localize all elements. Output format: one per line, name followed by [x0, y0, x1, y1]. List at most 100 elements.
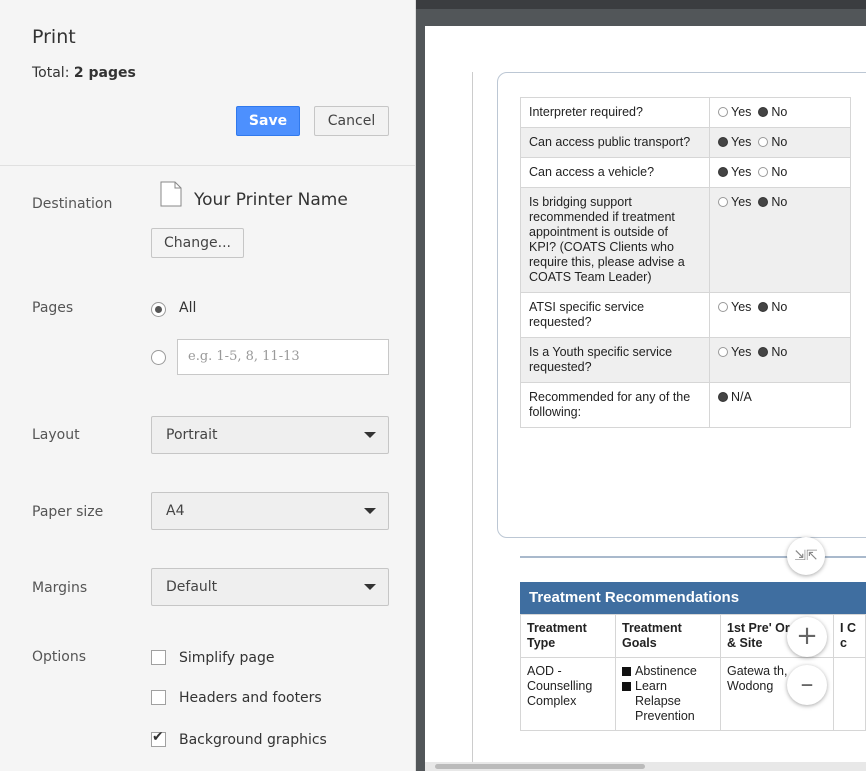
- page-margin-line: [472, 72, 473, 771]
- bullet-square-icon: [622, 682, 631, 691]
- question-text: Interpreter required?: [520, 97, 710, 128]
- pages-range-input[interactable]: e.g. 1-5, 8, 11-13: [177, 339, 389, 375]
- scrollbar-thumb[interactable]: [435, 764, 645, 769]
- question-text: Is bridging support recommended if treat…: [520, 187, 710, 293]
- print-settings-panel: Print Total: 2 pages Save Cancel Destina…: [0, 0, 416, 771]
- answer-cell: Yes No: [709, 187, 851, 293]
- dropdown-arrow-icon: [364, 584, 376, 590]
- table-row: Recommended for any of the following: N/…: [520, 382, 851, 428]
- margins-select[interactable]: Default: [151, 568, 389, 606]
- radio-yes-icon: [718, 347, 728, 357]
- col-header-goals: Treatment Goals: [615, 614, 721, 658]
- question-text: Recommended for any of the following:: [520, 382, 710, 428]
- document-icon: [160, 181, 182, 207]
- answer-cell: Yes No: [709, 292, 851, 338]
- radio-yes-icon: [718, 302, 728, 312]
- radio-na-selected-icon: [718, 392, 728, 402]
- simplify-page-label: Simplify page: [179, 650, 275, 666]
- fit-to-page-button[interactable]: ⇲⇱: [787, 537, 825, 575]
- col-header-type: Treatment Type: [520, 614, 616, 658]
- paper-size-select[interactable]: A4: [151, 492, 389, 530]
- table-row: ATSI specific service requested? Yes No: [520, 292, 851, 338]
- radio-yes-selected-icon: [718, 137, 728, 147]
- cancel-button[interactable]: Cancel: [314, 106, 389, 136]
- margins-label: Margins: [32, 580, 88, 596]
- layout-label: Layout: [32, 427, 80, 443]
- table-row: Can access a vehicle? Yes No: [520, 157, 851, 188]
- col-header-extra: I C c: [833, 614, 866, 658]
- bullet-square-icon: [622, 667, 631, 676]
- radio-no-icon: [758, 137, 769, 147]
- dropdown-arrow-icon: [364, 508, 376, 514]
- shrink-icon: ⇲⇱: [794, 548, 818, 564]
- no-label: No: [771, 165, 788, 179]
- answer-cell: Yes No: [709, 127, 851, 158]
- question-text: ATSI specific service requested?: [520, 292, 710, 338]
- layout-value: Portrait: [166, 427, 218, 443]
- radio-no-selected-icon: [758, 107, 769, 117]
- destination-label: Destination: [32, 196, 113, 212]
- dropdown-arrow-icon: [364, 432, 376, 438]
- layout-select[interactable]: Portrait: [151, 416, 389, 454]
- simplify-page-checkbox[interactable]: [151, 650, 166, 665]
- goal-text: Learn Relapse Prevention: [635, 679, 695, 723]
- pages-all-label: All: [179, 300, 197, 316]
- table-row: Is bridging support recommended if treat…: [520, 187, 851, 293]
- answer-cell: Yes No: [709, 337, 851, 383]
- treatment-header: Treatment Recommendations: [520, 582, 866, 614]
- radio-no-selected-icon: [758, 302, 769, 312]
- question-text: Can access public transport?: [520, 127, 710, 158]
- no-label: No: [771, 300, 788, 314]
- headers-footers-label: Headers and footers: [179, 690, 322, 706]
- yes-label: Yes: [731, 195, 752, 209]
- pages-range-radio[interactable]: [151, 350, 166, 365]
- radio-yes-icon: [718, 107, 728, 117]
- paper-size-value: A4: [166, 503, 185, 519]
- change-destination-button[interactable]: Change...: [151, 228, 244, 258]
- preview-top-strip: [416, 0, 866, 9]
- yes-label: Yes: [731, 105, 752, 119]
- table-row: Is a Youth specific service requested? Y…: [520, 337, 851, 383]
- horizontal-scrollbar[interactable]: [425, 762, 866, 771]
- answer-cell: Yes No: [709, 97, 851, 128]
- na-label: N/A: [731, 390, 752, 404]
- no-label: No: [771, 105, 788, 119]
- yes-label: Yes: [731, 300, 752, 314]
- goal-text: Abstinence: [635, 664, 697, 678]
- extra-cell: [833, 657, 866, 731]
- background-graphics-label: Background graphics: [179, 732, 327, 748]
- radio-no-selected-icon: [758, 347, 769, 357]
- divider: [0, 165, 415, 166]
- minus-icon: –: [800, 669, 814, 699]
- margins-value: Default: [166, 579, 218, 595]
- question-text: Is a Youth specific service requested?: [520, 337, 710, 383]
- no-label: No: [771, 195, 788, 209]
- save-button[interactable]: Save: [236, 106, 300, 136]
- destination-name: Your Printer Name: [194, 190, 348, 210]
- zoom-out-button[interactable]: –: [787, 665, 827, 705]
- no-label: No: [771, 135, 788, 149]
- plus-icon: +: [796, 621, 818, 651]
- question-text: Can access a vehicle?: [520, 157, 710, 188]
- pages-label: Pages: [32, 300, 74, 316]
- treatment-type-cell: AOD - Counselling Complex: [520, 657, 616, 731]
- zoom-in-button[interactable]: +: [787, 617, 827, 657]
- radio-no-icon: [758, 167, 769, 177]
- total-value: 2 pages: [73, 65, 136, 81]
- table-row: Can access public transport? Yes No: [520, 127, 851, 158]
- headers-footers-checkbox[interactable]: [151, 690, 166, 705]
- questions-table: Interpreter required? Yes No Can access …: [520, 97, 851, 428]
- answer-cell: N/A: [709, 382, 851, 428]
- radio-no-selected-icon: [758, 197, 769, 207]
- no-label: No: [771, 345, 788, 359]
- yes-label: Yes: [731, 165, 752, 179]
- yes-label: Yes: [731, 135, 752, 149]
- background-graphics-checkbox[interactable]: [151, 729, 166, 747]
- options-label: Options: [32, 649, 87, 665]
- radio-yes-icon: [718, 197, 728, 207]
- radio-yes-selected-icon: [718, 167, 728, 177]
- total-pages: Total: 2 pages: [32, 65, 136, 81]
- total-label: Total:: [32, 65, 70, 81]
- pages-all-radio[interactable]: [151, 302, 166, 317]
- paper-size-label: Paper size: [32, 504, 104, 520]
